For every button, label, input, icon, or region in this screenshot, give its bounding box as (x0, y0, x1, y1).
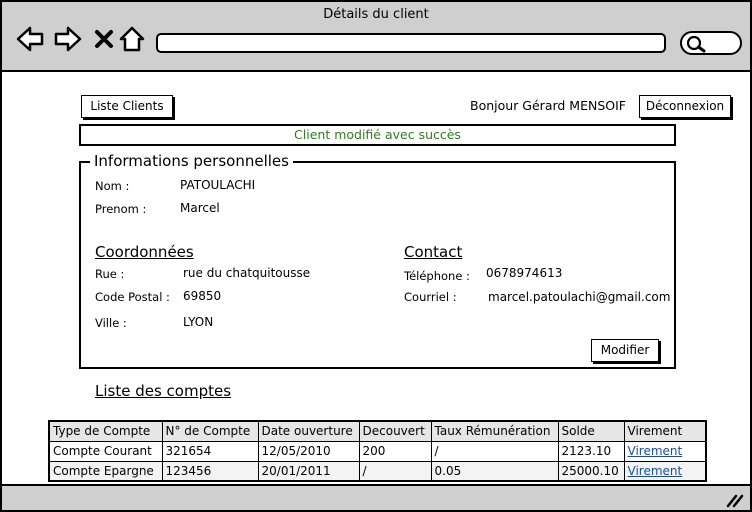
rue-label: Rue : (95, 267, 125, 281)
overdraft-cell: / (358, 460, 432, 482)
personal-info-legend: Informations personnelles (90, 152, 293, 170)
account-type-cell: Compte Epargne (48, 460, 163, 482)
column-header: Type de Compte (48, 420, 163, 442)
transfer-cell: Virement (623, 460, 707, 482)
search-field[interactable] (680, 31, 742, 55)
column-header: Decouvert (358, 420, 432, 442)
table-row: Compte Courant 321654 12/05/2010 200 / 2… (48, 440, 707, 462)
column-header: Virement (623, 420, 707, 442)
search-icon (686, 35, 706, 53)
postal-code-value: 69850 (183, 289, 222, 303)
phone-value: 0678974613 (486, 266, 563, 280)
interest-rate-cell: 0.05 (430, 460, 559, 482)
modify-button[interactable]: Modifier (591, 339, 659, 362)
back-arrow-icon[interactable] (16, 24, 44, 54)
opening-date-cell: 20/01/2011 (257, 460, 360, 482)
rue-value: rue du chatquitousse (183, 266, 311, 280)
prenom-value: Marcel (180, 201, 220, 215)
contact-title: Contact (404, 243, 463, 261)
column-header: Date ouverture (257, 420, 360, 442)
nom-value: PATOULACHI (180, 178, 256, 192)
column-header: Solde (557, 420, 625, 442)
column-header: N° de Compte (161, 420, 259, 442)
email-label: Courriel : (404, 290, 457, 304)
nom-label: Nom : (95, 179, 130, 193)
transfer-link[interactable]: Virement (628, 464, 683, 478)
table-row: Compte Epargne 123456 20/01/2011 / 0.05 … (48, 460, 707, 482)
browser-toolbar: Détails du client (2, 2, 750, 72)
interest-rate-cell: / (430, 440, 559, 462)
balance-cell: 25000.10 (557, 460, 625, 482)
account-type-cell: Compte Courant (48, 440, 163, 462)
account-number-cell: 123456 (161, 460, 259, 482)
close-x-icon[interactable] (90, 24, 118, 54)
address-bar[interactable] (156, 33, 666, 53)
overdraft-cell: 200 (358, 440, 432, 462)
table-header-row: Type de Compte N° de Compte Date ouvertu… (48, 420, 707, 442)
column-header: Taux Rémunération (430, 420, 559, 442)
status-bar (2, 484, 750, 510)
prenom-label: Prenom : (95, 202, 147, 216)
coordinates-title: Coordonnées (95, 243, 194, 261)
success-message: Client modifié avec succès (79, 124, 676, 146)
ville-value: LYON (183, 315, 214, 329)
resize-grip-icon[interactable] (724, 492, 744, 508)
home-icon[interactable] (118, 24, 146, 54)
balance-cell: 2123.10 (557, 440, 625, 462)
personal-info-panel (79, 161, 676, 369)
greeting-text: Bonjour Gérard MENSOIF (470, 98, 626, 113)
logout-button[interactable]: Déconnexion (639, 95, 731, 118)
window-title: Détails du client (323, 7, 429, 22)
forward-arrow-icon[interactable] (54, 24, 82, 54)
browser-window: Détails du client Liste Clients Bonjour … (0, 0, 752, 512)
phone-label: Téléphone : (404, 269, 470, 283)
transfer-cell: Virement (623, 440, 707, 462)
accounts-title: Liste des comptes (95, 382, 232, 400)
accounts-table: Type de Compte N° de Compte Date ouvertu… (48, 420, 707, 482)
postal-code-label: Code Postal : (95, 290, 170, 304)
transfer-link[interactable]: Virement (628, 444, 683, 458)
email-value: marcel.patoulachi@gmail.com (488, 290, 671, 304)
account-number-cell: 321654 (161, 440, 259, 462)
clients-list-button[interactable]: Liste Clients (81, 95, 173, 118)
opening-date-cell: 12/05/2010 (257, 440, 360, 462)
ville-label: Ville : (95, 316, 127, 330)
